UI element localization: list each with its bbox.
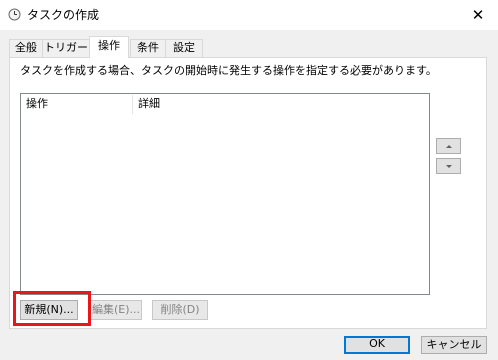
move-up-button[interactable] xyxy=(436,138,461,154)
tab-label: 全般 xyxy=(15,41,37,54)
column-header-details[interactable]: 詳細 xyxy=(138,97,160,111)
tab-actions[interactable]: 操作 xyxy=(89,36,129,58)
list-header: 操作 詳細 xyxy=(21,94,429,114)
actions-list[interactable]: 操作 詳細 xyxy=(20,93,430,295)
tab-label: トリガー xyxy=(44,41,88,54)
description-text: タスクを作成する場合、タスクの開始時に発生する操作を指定する必要があります。 xyxy=(20,64,437,77)
title-bar: タスクの作成 ✕ xyxy=(0,0,498,30)
cancel-button[interactable]: キャンセル xyxy=(421,336,487,354)
tab-triggers[interactable]: トリガー xyxy=(42,39,90,57)
tab-label: 操作 xyxy=(98,39,120,52)
close-button[interactable]: ✕ xyxy=(458,0,498,30)
tab-general[interactable]: 全般 xyxy=(9,39,43,57)
tab-label: 条件 xyxy=(137,41,159,54)
ok-button[interactable]: OK xyxy=(344,336,410,354)
delete-button[interactable]: 削除(D) xyxy=(152,300,208,320)
edit-button[interactable]: 編集(E)... xyxy=(90,300,142,320)
new-button[interactable]: 新規(N)... xyxy=(20,300,78,320)
arrow-down-icon xyxy=(445,164,452,168)
column-header-action[interactable]: 操作 xyxy=(26,97,48,111)
arrow-up-icon xyxy=(445,144,452,148)
close-icon: ✕ xyxy=(471,6,485,24)
move-down-button[interactable] xyxy=(436,158,461,174)
tab-label: 設定 xyxy=(173,41,195,54)
window-title: タスクの作成 xyxy=(27,8,100,22)
clock-icon xyxy=(8,8,21,21)
tab-conditions[interactable]: 条件 xyxy=(130,39,166,57)
column-separator[interactable] xyxy=(132,95,133,114)
tab-settings[interactable]: 設定 xyxy=(165,39,203,57)
